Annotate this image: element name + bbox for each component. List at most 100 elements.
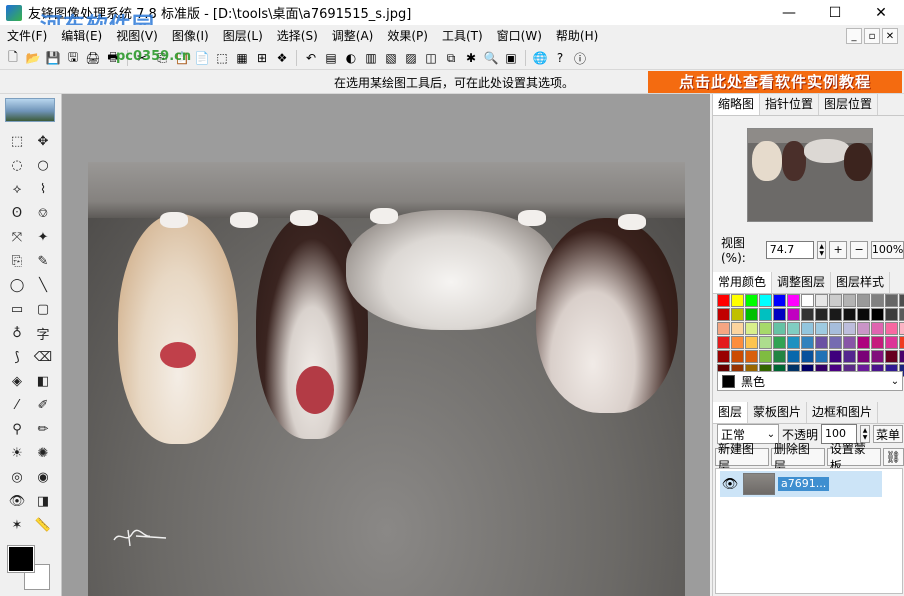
palette-swatch[interactable]: [871, 294, 884, 307]
stamp-tool[interactable]: ⎘: [6, 250, 28, 272]
batch-icon[interactable]: ▣: [502, 49, 520, 67]
palette-swatch[interactable]: [731, 294, 744, 307]
zoom-100-button[interactable]: 100%: [871, 240, 904, 259]
path-tool[interactable]: ⟆: [6, 346, 28, 368]
menu-item-10[interactable]: 帮助(H): [549, 25, 605, 47]
spray-tool[interactable]: ✶: [6, 514, 28, 536]
palette-swatch[interactable]: [815, 350, 828, 363]
palette-swatch[interactable]: [731, 308, 744, 321]
palette-swatch[interactable]: [843, 350, 856, 363]
palette-swatch[interactable]: [899, 336, 904, 349]
palette-swatch[interactable]: [857, 350, 870, 363]
menu-item-9[interactable]: 窗口(W): [490, 25, 549, 47]
palette-swatch[interactable]: [731, 336, 744, 349]
magic-wand-tool[interactable]: ✦: [32, 226, 54, 248]
menu-item-7[interactable]: 效果(P): [380, 25, 435, 47]
palette-swatch[interactable]: [773, 294, 786, 307]
open-icon[interactable]: 📂: [24, 49, 42, 67]
layer-row[interactable]: 👁 a7691...: [720, 471, 882, 497]
palette-swatch[interactable]: [885, 322, 898, 335]
palette-swatch[interactable]: [745, 294, 758, 307]
ellipse-select-tool[interactable]: ◌: [6, 154, 28, 176]
save-as-icon[interactable]: 🖫: [64, 49, 82, 67]
palette-swatch[interactable]: [815, 308, 828, 321]
set-mask-button[interactable]: 设置蒙板: [826, 442, 881, 473]
zoom-spinner[interactable]: ▲ ▼: [817, 240, 827, 259]
tab-tabs_layers-2[interactable]: 边框和图片: [807, 402, 879, 423]
palette-swatch[interactable]: [787, 308, 800, 321]
tab-tabs_top-1[interactable]: 指针位置: [760, 94, 820, 115]
palette-swatch[interactable]: [773, 322, 786, 335]
menu-item-4[interactable]: 图层(L): [216, 25, 270, 47]
view-tool[interactable]: 👁: [6, 490, 28, 512]
palette-swatch[interactable]: [717, 308, 730, 321]
palette-swatch[interactable]: [815, 322, 828, 335]
mdi-close-button[interactable]: ✕: [882, 28, 898, 44]
free-select-tool[interactable]: ʘ: [6, 202, 28, 224]
menu-item-2[interactable]: 视图(V): [109, 25, 165, 47]
gradient-tool[interactable]: ◧: [32, 370, 54, 392]
palette-swatch[interactable]: [773, 308, 786, 321]
palette-swatch[interactable]: [885, 308, 898, 321]
help-icon[interactable]: ?: [551, 49, 569, 67]
red-eye-tool[interactable]: ◉: [32, 466, 54, 488]
palette-swatch[interactable]: [787, 350, 800, 363]
layer-icon[interactable]: ⧉: [442, 49, 460, 67]
mask-icon[interactable]: ◫: [422, 49, 440, 67]
polygon-lasso-tool[interactable]: ⌇: [32, 178, 54, 200]
close-button[interactable]: ✕: [858, 0, 904, 25]
brush-tool[interactable]: ✐: [32, 394, 54, 416]
zoom-input[interactable]: 74.7: [765, 240, 815, 259]
menu-item-0[interactable]: 文件(F): [0, 25, 54, 47]
rect-shape-tool[interactable]: ▭: [6, 298, 28, 320]
channels-icon[interactable]: ▥: [362, 49, 380, 67]
document-image[interactable]: [88, 162, 685, 596]
palette-swatch[interactable]: [759, 350, 772, 363]
palette-swatch[interactable]: [829, 294, 842, 307]
text-tool[interactable]: 字: [32, 322, 54, 344]
palette-swatch[interactable]: [871, 322, 884, 335]
ruler-tool[interactable]: 📏: [32, 514, 54, 536]
palette-swatch[interactable]: [857, 294, 870, 307]
palette-swatch[interactable]: [759, 336, 772, 349]
palette-swatch[interactable]: [843, 322, 856, 335]
color-select[interactable]: 黑色 ⌄: [717, 371, 903, 391]
tutorial-banner-link[interactable]: 点击此处查看软件实例教程: [648, 71, 902, 93]
tab-tabs_layers-0[interactable]: 图层: [713, 402, 749, 423]
tab-tabs_top-0[interactable]: 缩略图: [713, 94, 761, 115]
menu-item-8[interactable]: 工具(T): [435, 25, 490, 47]
palette-swatch[interactable]: [801, 308, 814, 321]
paste-new-icon[interactable]: 📄: [193, 49, 211, 67]
eyedropper-tool[interactable]: ⁄: [6, 394, 28, 416]
gradient-icon[interactable]: ▨: [402, 49, 420, 67]
mdi-restore-button[interactable]: ▫: [864, 28, 880, 44]
menu-item-3[interactable]: 图像(I): [165, 25, 216, 47]
palette-swatch[interactable]: [871, 350, 884, 363]
crop-icon[interactable]: ⬚: [213, 49, 231, 67]
mdi-minimize-button[interactable]: _: [846, 28, 862, 44]
deselect-icon[interactable]: ⊞: [253, 49, 271, 67]
tab-tabs_layers-1[interactable]: 蒙板图片: [748, 402, 808, 423]
palette-swatch[interactable]: [717, 336, 730, 349]
tab-tabs_color-2[interactable]: 图层样式: [831, 272, 891, 293]
palette-swatch[interactable]: [745, 322, 758, 335]
palette-swatch[interactable]: [745, 350, 758, 363]
undo-icon[interactable]: ↶: [302, 49, 320, 67]
pencil-tool[interactable]: ✎: [32, 250, 54, 272]
palette-swatch[interactable]: [759, 294, 772, 307]
fill-tool[interactable]: ◈: [6, 370, 28, 392]
palette-swatch[interactable]: [871, 308, 884, 321]
palette-swatch[interactable]: [871, 336, 884, 349]
menu-item-5[interactable]: 选择(S): [270, 25, 325, 47]
canvas-area[interactable]: [62, 94, 710, 596]
palette-swatch[interactable]: [857, 308, 870, 321]
zoom-in-button[interactable]: +: [829, 240, 848, 259]
magnetic-select-tool[interactable]: ⎊: [32, 202, 54, 224]
palette-swatch[interactable]: [815, 336, 828, 349]
zoom-tool[interactable]: ⚲: [6, 418, 28, 440]
navigator-thumbnail-button[interactable]: [5, 98, 55, 122]
palette-swatch[interactable]: [899, 308, 904, 321]
effects-icon[interactable]: ❖: [273, 49, 291, 67]
palette-swatch[interactable]: [773, 350, 786, 363]
palette-swatch[interactable]: [787, 336, 800, 349]
